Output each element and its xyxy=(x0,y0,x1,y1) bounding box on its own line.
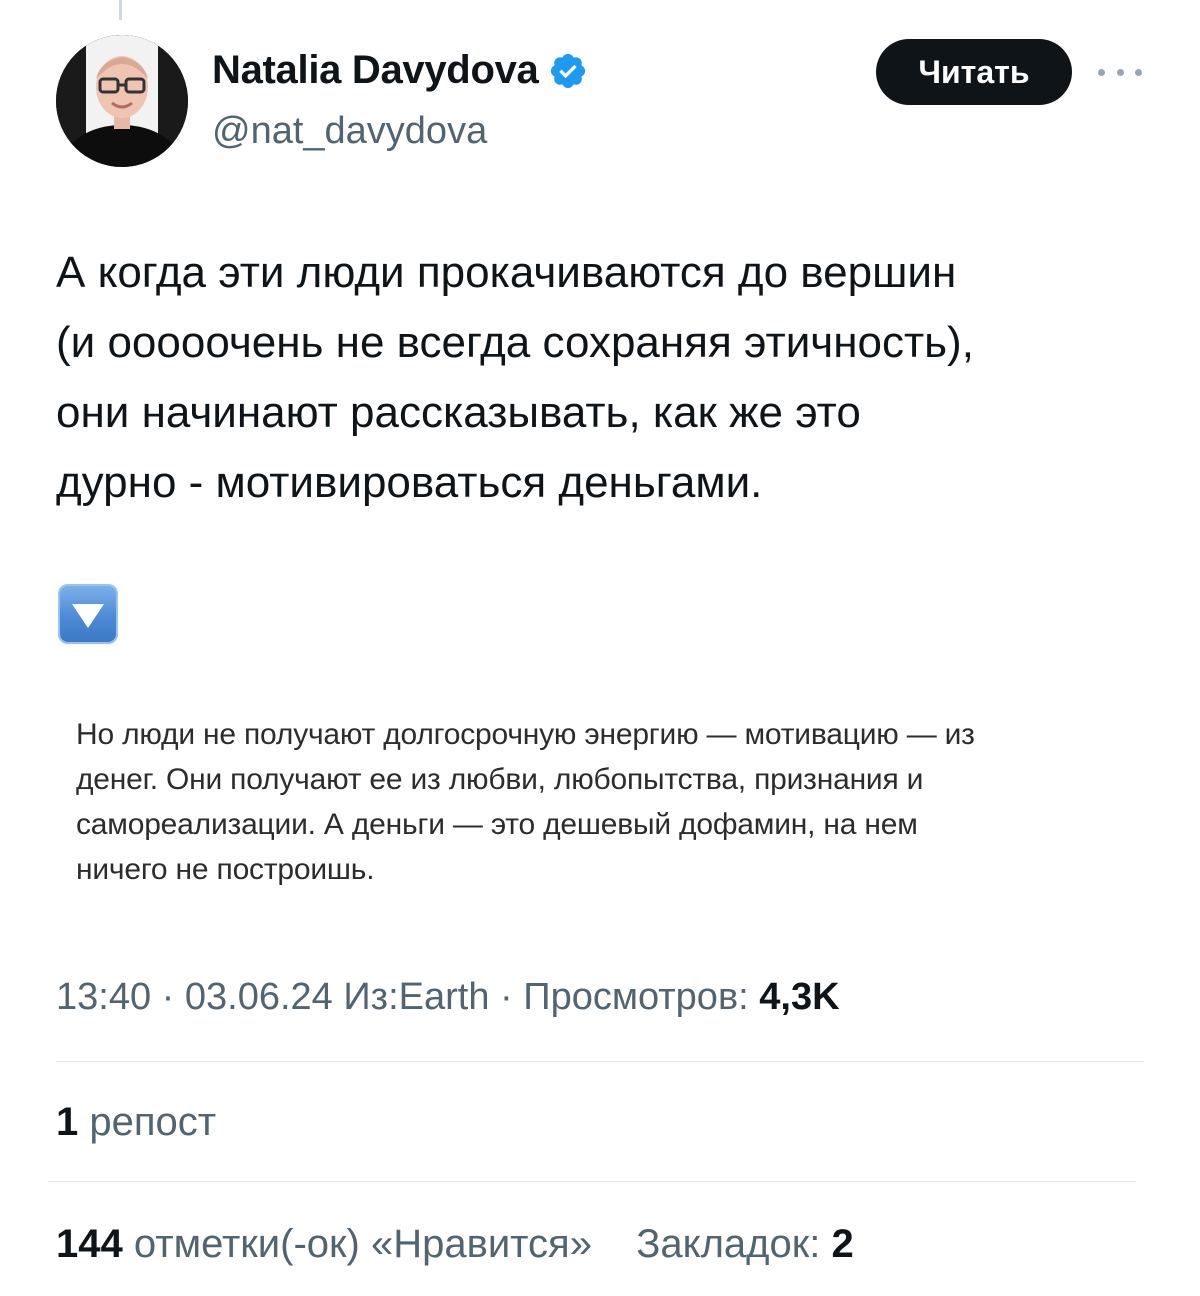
author-name[interactable]: Natalia Davydova xyxy=(212,48,539,93)
tweet-text-line: они начинают рассказывать, как же это xyxy=(56,388,861,437)
quote-line: Но люди не получают долгосрочную энергию… xyxy=(76,718,975,751)
tweet-text-line: А когда эти люди прокачиваются до вершин xyxy=(56,248,957,297)
more-dot xyxy=(1116,68,1124,76)
quote-line: денег. Они получают ее из любви, любопыт… xyxy=(76,763,924,796)
avatar[interactable] xyxy=(56,35,188,167)
tweet-date[interactable]: 03.06.24 xyxy=(185,976,333,1018)
quoted-text-image[interactable]: Но люди не получают долгосрочную энергию… xyxy=(56,712,1156,912)
tweet-text: А когда эти люди прокачиваются до вершин… xyxy=(56,238,1166,518)
tweet-text-line: (и ооооочень не всегда сохраняя этичност… xyxy=(56,318,974,367)
tweet-text-line: дурно - мотивироваться деньгами. xyxy=(56,458,763,507)
reposts-label: репост xyxy=(89,1100,217,1144)
reposts-stat[interactable]: 1 репост xyxy=(56,1100,216,1145)
meta-separator: · xyxy=(500,976,524,1018)
more-dot xyxy=(1135,68,1142,76)
views-count[interactable]: 4,3K xyxy=(759,976,839,1018)
divider xyxy=(56,1061,1144,1062)
author-handle[interactable]: @nat_davydova xyxy=(212,110,487,153)
divider xyxy=(48,1181,1136,1182)
bookmarks-count: 2 xyxy=(831,1222,854,1266)
avatar-photo xyxy=(56,35,188,167)
tweet-source: Из:Earth xyxy=(343,976,490,1018)
quote-line: самореализации. А деньги — это дешевый д… xyxy=(76,808,918,841)
views-label: Просмотров: xyxy=(523,976,749,1018)
bookmarks-label: Закладок: xyxy=(636,1222,821,1266)
likes-label: отметки(-ок) «Нравится» xyxy=(133,1222,592,1266)
thread-connector-line xyxy=(119,0,122,20)
tweet-meta: 13:40 · 03.06.24 Из:Earth · Просмотров: … xyxy=(56,976,840,1019)
quote-line: ничего не построишь. xyxy=(76,853,375,886)
likes-stat[interactable]: 144 отметки(-ок) «Нравится» xyxy=(56,1222,592,1266)
more-options-icon[interactable] xyxy=(1098,62,1142,82)
tweet-time[interactable]: 13:40 xyxy=(56,976,151,1018)
author-name-row[interactable]: Natalia Davydova xyxy=(212,48,588,93)
likes-count: 144 xyxy=(56,1222,123,1266)
meta-separator: · xyxy=(161,976,185,1018)
more-dot xyxy=(1098,68,1105,76)
reposts-count: 1 xyxy=(56,1100,79,1144)
engagement-stats: 144 отметки(-ок) «Нравится» Закладок: 2 xyxy=(56,1222,854,1267)
arrow-down-button-icon xyxy=(58,584,118,644)
verified-badge-icon xyxy=(551,53,586,88)
bookmarks-stat[interactable]: Закладок: 2 xyxy=(636,1222,854,1266)
follow-button[interactable]: Читать xyxy=(876,39,1072,105)
